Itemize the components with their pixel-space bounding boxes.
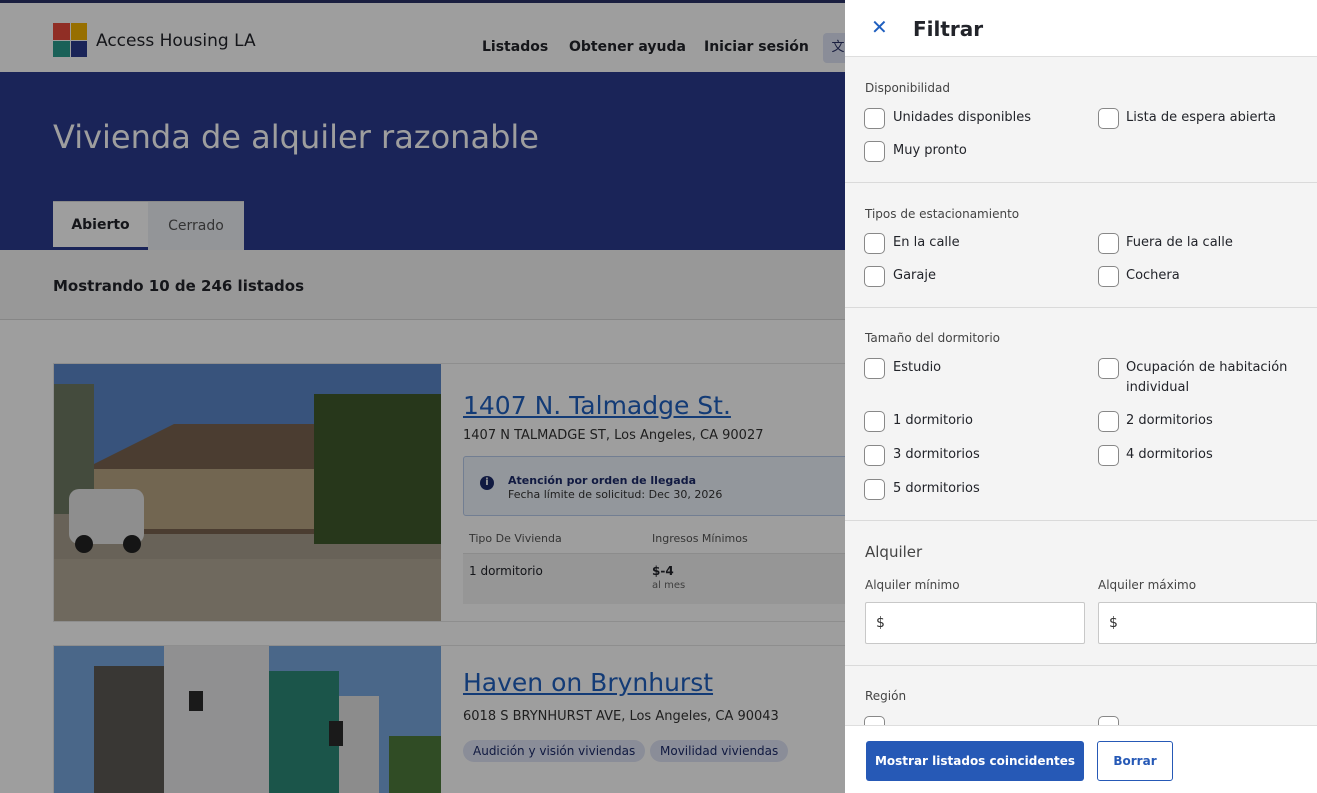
filter-drawer: ✕ Filtrar Disponibilidad Unidades dispon…: [845, 0, 1317, 793]
checkbox-studio[interactable]: [864, 358, 885, 379]
checkbox-label: Lista de espera abierta: [1126, 110, 1276, 125]
modal-backdrop[interactable]: [0, 0, 845, 793]
checkbox-garage[interactable]: [864, 266, 885, 287]
section-divider: [845, 520, 1317, 521]
section-divider: [845, 182, 1317, 183]
min-rent-input[interactable]: [892, 603, 1080, 643]
checkbox-street-parking[interactable]: [864, 233, 885, 254]
section-label-availability: Disponibilidad: [865, 81, 950, 95]
checkbox-coming-soon[interactable]: [864, 141, 885, 162]
checkbox-label: Ocupación de habitación individual: [1126, 360, 1288, 395]
checkbox-available-units[interactable]: [864, 108, 885, 129]
checkbox-open-waitlist[interactable]: [1098, 108, 1119, 129]
checkbox-label: Fuera de la calle: [1126, 235, 1233, 250]
drawer-title: Filtrar: [913, 17, 984, 41]
checkbox-carport[interactable]: [1098, 266, 1119, 287]
checkbox-4-bedrooms[interactable]: [1098, 445, 1119, 466]
currency-symbol: $: [1109, 615, 1118, 631]
show-matching-listings-button[interactable]: Mostrar listados coincidentes: [866, 741, 1084, 781]
min-rent-label: Alquiler mínimo: [865, 578, 960, 592]
max-rent-label: Alquiler máximo: [1098, 578, 1197, 592]
checkbox-label: 1 dormitorio: [893, 413, 973, 428]
checkbox-label: 4 dormitorios: [1126, 447, 1213, 462]
checkbox-3-bedrooms[interactable]: [864, 445, 885, 466]
section-divider: [845, 307, 1317, 308]
checkbox-5-bedrooms[interactable]: [864, 479, 885, 500]
checkbox-label: 5 dormitorios: [893, 481, 980, 496]
checkbox-label: Unidades disponibles: [893, 110, 1032, 125]
section-label-rent: Alquiler: [865, 543, 923, 561]
checkbox-label: Muy pronto: [893, 143, 967, 158]
close-icon[interactable]: ✕: [871, 17, 888, 37]
checkbox-label: 3 dormitorios: [893, 447, 980, 462]
max-rent-field[interactable]: $: [1098, 602, 1317, 644]
section-label-bedrooms: Tamaño del dormitorio: [865, 331, 1001, 345]
checkbox-off-street-parking[interactable]: [1098, 233, 1119, 254]
section-label-region: Región: [865, 689, 907, 703]
section-divider: [845, 665, 1317, 666]
clear-filters-button[interactable]: Borrar: [1097, 741, 1173, 781]
checkbox-label: Estudio: [893, 360, 942, 375]
min-rent-field[interactable]: $: [865, 602, 1085, 644]
max-rent-input[interactable]: [1125, 603, 1312, 643]
drawer-header: ✕ Filtrar: [845, 0, 1317, 57]
checkbox-sro[interactable]: [1098, 358, 1119, 379]
checkbox-1-bedroom[interactable]: [864, 411, 885, 432]
checkbox-2-bedrooms[interactable]: [1098, 411, 1119, 432]
section-label-parking: Tipos de estacionamiento: [865, 207, 1020, 221]
checkbox-label: Cochera: [1126, 268, 1180, 283]
checkbox-label: Garaje: [893, 268, 936, 283]
drawer-footer: Mostrar listados coincidentes Borrar: [845, 725, 1317, 793]
checkbox-label: 2 dormitorios: [1126, 413, 1213, 428]
currency-symbol: $: [876, 615, 885, 631]
checkbox-label: En la calle: [893, 235, 960, 250]
